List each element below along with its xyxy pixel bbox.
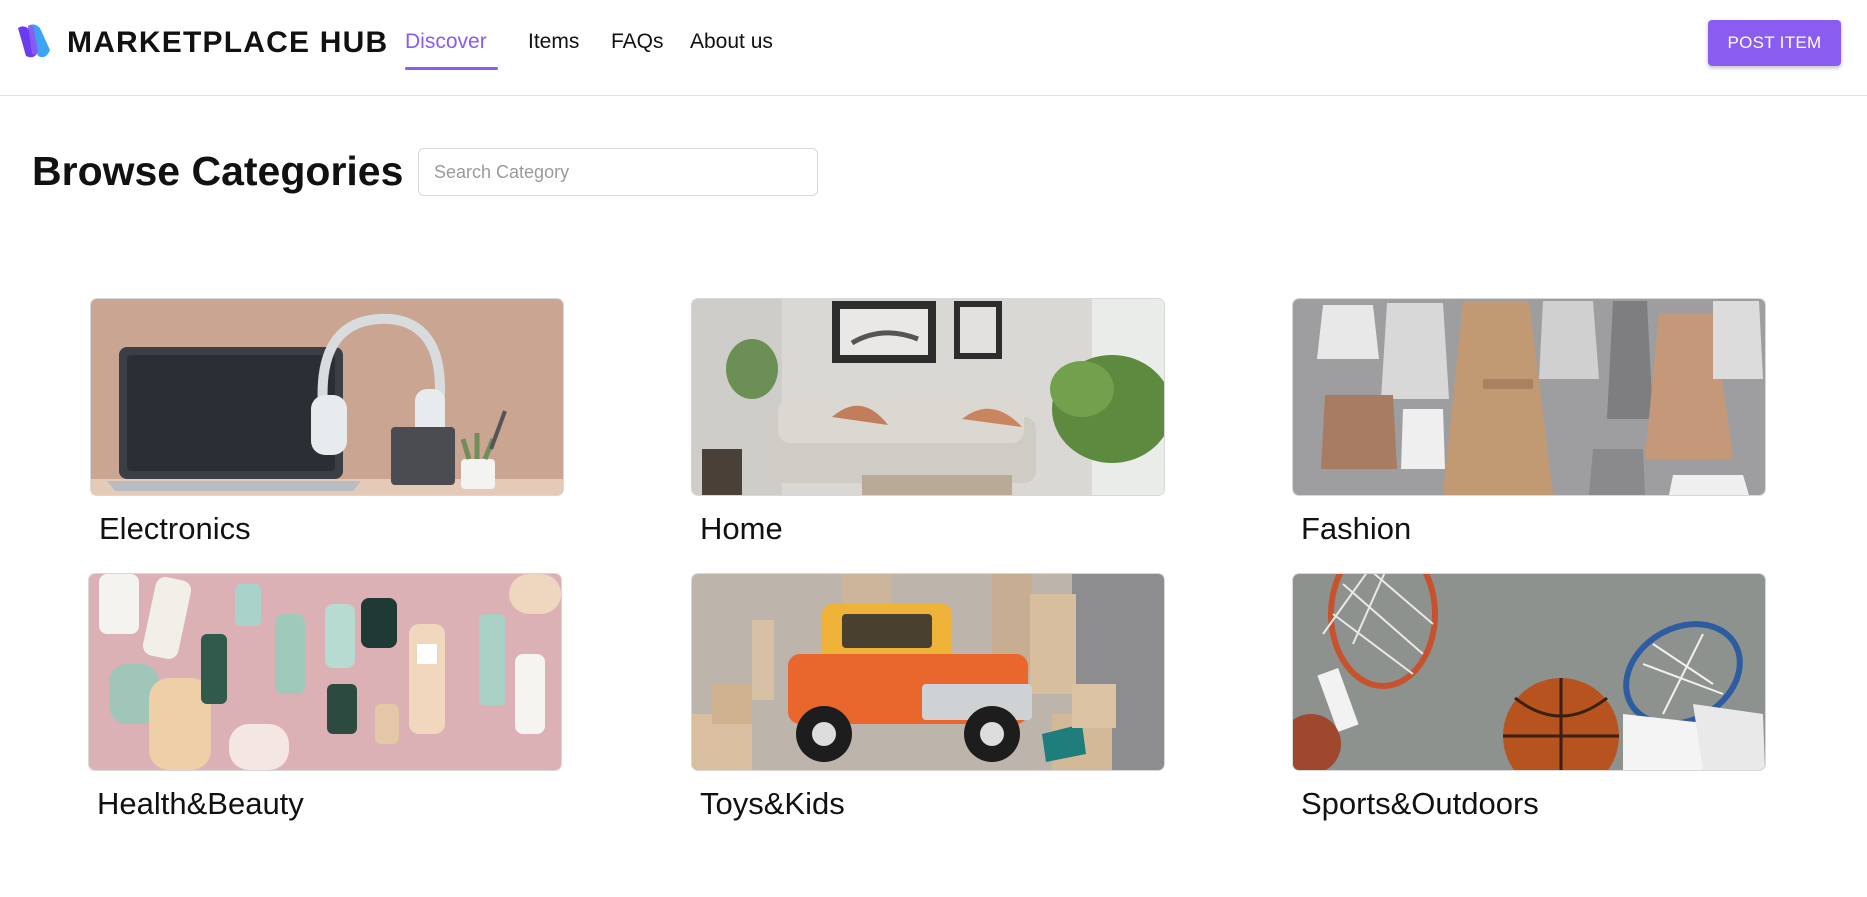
cosmetics-bottles-photo — [88, 573, 562, 771]
category-card-home[interactable]: Home — [691, 298, 1165, 546]
category-label: Health&Beauty — [97, 786, 304, 821]
category-label: Sports&Outdoors — [1301, 786, 1539, 821]
category-card-electronics[interactable]: Electronics — [90, 298, 564, 546]
category-card-fashion[interactable]: Fashion — [1292, 298, 1766, 546]
brand-logo-icon[interactable] — [14, 22, 52, 62]
search-category-input[interactable] — [418, 148, 818, 196]
rackets-basketball-photo — [1292, 573, 1766, 771]
category-card-health-beauty[interactable]: Health&Beauty — [88, 573, 562, 821]
category-card-sports-outdoors[interactable]: Sports&Outdoors — [1292, 573, 1766, 821]
toy-truck-blocks-photo — [691, 573, 1165, 771]
nav-faqs[interactable]: FAQs — [611, 28, 664, 56]
nav-discover[interactable]: Discover — [405, 28, 487, 56]
active-nav-indicator — [405, 67, 498, 70]
nav-items[interactable]: Items — [528, 28, 579, 56]
category-label: Electronics — [99, 511, 251, 546]
post-item-button[interactable]: POST ITEM — [1708, 20, 1841, 66]
category-label: Toys&Kids — [700, 786, 845, 821]
living-room-sofa-photo — [691, 298, 1165, 496]
category-label: Fashion — [1301, 511, 1412, 546]
top-navbar: MARKETPLACE HUB Discover Items FAQs Abou… — [0, 0, 1867, 96]
category-label: Home — [700, 511, 783, 546]
clothing-flatlay-photo — [1292, 298, 1766, 496]
category-card-toys-kids[interactable]: Toys&Kids — [691, 573, 1165, 821]
laptop-headphones-photo — [90, 298, 564, 496]
nav-about-us[interactable]: About us — [690, 28, 773, 56]
page-title: Browse Categories — [32, 148, 404, 194]
brand-name[interactable]: MARKETPLACE HUB — [67, 26, 388, 60]
